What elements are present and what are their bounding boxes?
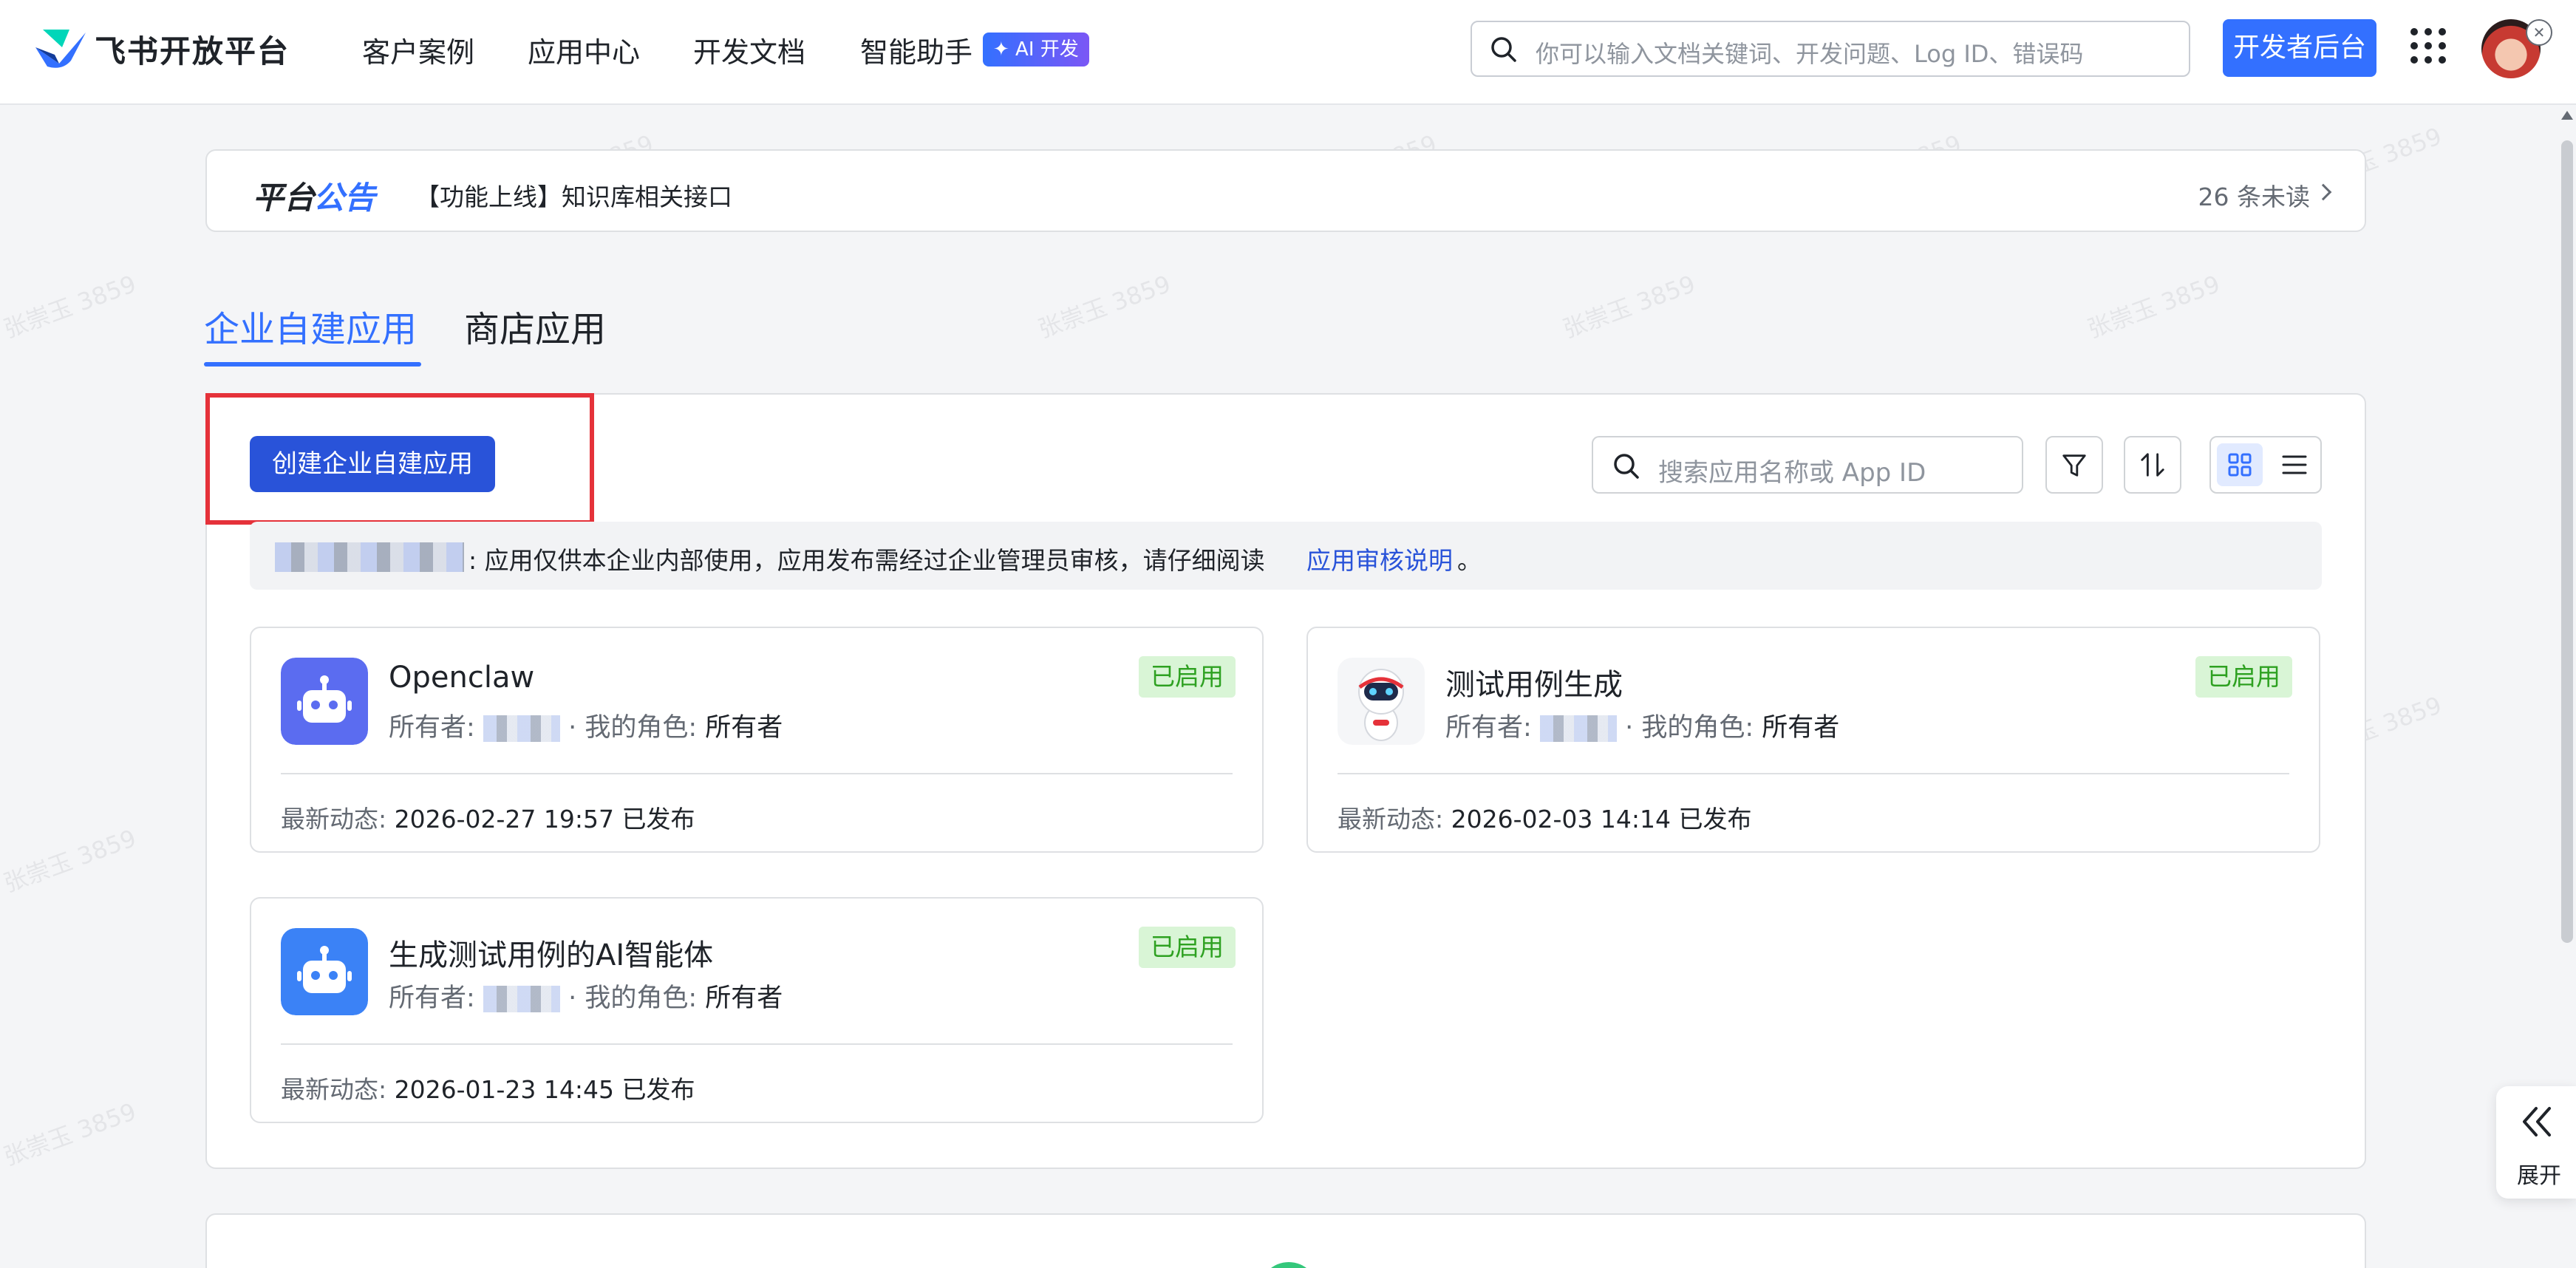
latest-label: 最新动态:	[281, 805, 387, 834]
doc-search-input[interactable]: 你可以输入文档关键词、开发问题、Log ID、错误码	[1471, 21, 2190, 77]
active-tab-indicator	[204, 362, 421, 367]
robot-icon	[281, 658, 368, 745]
status-badge: 已启用	[2195, 656, 2292, 698]
secondary-panel	[205, 1213, 2366, 1268]
review-guide-link[interactable]: 应用审核说明	[1306, 541, 1453, 576]
green-status-icon	[1259, 1262, 1318, 1268]
app-name[interactable]: 测试用例生成	[1445, 661, 1623, 703]
side-expand-button[interactable]: 展开	[2496, 1086, 2576, 1199]
sort-button[interactable]	[2124, 436, 2181, 494]
watermark: 张崇玉 3859	[0, 269, 140, 344]
redacted-owner	[1539, 715, 1617, 742]
latest-value: 2026-01-23 14:45 已发布	[394, 1075, 695, 1104]
announcement-text[interactable]: 【功能上线】知识库相关接口	[415, 177, 732, 213]
watermark: 张崇玉 3859	[1034, 269, 1175, 344]
status-badge: 已启用	[1139, 656, 1236, 698]
platform-announcement[interactable]: 平台 公告 【功能上线】知识库相关接口 26 条未读	[205, 149, 2366, 232]
ai-dev-badge[interactable]: ✦ AI 开发	[983, 33, 1089, 67]
app-card-ai-agent[interactable]: 生成测试用例的AI智能体 所有者: · 我的角色: 所有者 已启用 最新动态: …	[250, 897, 1264, 1123]
owner-label: 所有者:	[389, 713, 475, 743]
announcement-title-part2: 公告	[313, 180, 376, 216]
unread-count-link[interactable]: 26 条未读	[2198, 177, 2310, 213]
app-name[interactable]: 生成测试用例的AI智能体	[389, 931, 713, 974]
sort-icon	[2141, 453, 2164, 477]
owner-label: 所有者:	[1445, 713, 1532, 743]
watermark: 张崇玉 3859	[1558, 269, 1700, 344]
filter-button[interactable]	[2045, 436, 2103, 494]
app-meta: 所有者: · 我的角色: 所有者	[389, 977, 783, 1015]
app-card-test-case-gen[interactable]: 测试用例生成 所有者: · 我的角色: 所有者 已启用 最新动态: 2026-0…	[1306, 627, 2320, 853]
notice-period: 。	[1457, 546, 1482, 575]
search-icon	[1491, 37, 1516, 62]
scroll-up-arrow-icon[interactable]	[2561, 111, 2573, 120]
redacted-owner	[483, 986, 560, 1012]
robot-icon	[281, 928, 368, 1015]
nav-customer-cases[interactable]: 客户案例	[362, 30, 474, 70]
highlight-annotation-box	[205, 393, 594, 525]
feishu-logo-icon[interactable]	[33, 25, 89, 72]
role-value: 所有者	[705, 713, 783, 743]
list-view-icon[interactable]	[2272, 443, 2317, 486]
meta-separator: ·	[568, 713, 577, 743]
notice-text: : 应用仅供本企业内部使用，应用发布需经过企业管理员审核，请仔细阅读	[468, 546, 1265, 575]
latest-value: 2026-02-03 14:14 已发布	[1451, 805, 1752, 834]
latest-activity: 最新动态: 2026-02-03 14:14 已发布	[1338, 800, 1752, 835]
watermark: 张崇玉 3859	[0, 823, 140, 898]
tab-store-apps[interactable]: 商店应用	[464, 300, 606, 352]
close-icon[interactable]: ✕	[2526, 19, 2552, 46]
app-review-notice: : 应用仅供本企业内部使用，应用发布需经过企业管理员审核，请仔细阅读 应用审核说…	[250, 522, 2322, 590]
chevron-right-icon[interactable]	[2314, 183, 2332, 201]
latest-activity: 最新动态: 2026-01-23 14:45 已发布	[281, 1070, 695, 1105]
view-mode-toggle	[2209, 436, 2322, 494]
watermark: 张崇玉 3859	[0, 1097, 140, 1171]
redacted-org-name	[275, 542, 464, 572]
redacted-owner	[483, 715, 560, 742]
nav-app-center[interactable]: 应用中心	[528, 30, 640, 70]
tab-enterprise-apps[interactable]: 企业自建应用	[204, 300, 417, 352]
card-divider	[281, 1043, 1233, 1045]
app-search-placeholder: 搜索应用名称或 App ID	[1658, 458, 1926, 488]
filter-icon	[2062, 454, 2086, 477]
nav-dev-docs[interactable]: 开发文档	[693, 30, 805, 70]
role-label: 我的角色:	[585, 713, 698, 743]
app-meta: 所有者: · 我的角色: 所有者	[389, 706, 783, 744]
top-navigation-bar: 飞书开放平台 客户案例 应用中心 开发文档 智能助手 ✦ AI 开发 你可以输入…	[0, 0, 2576, 105]
developer-console-button[interactable]: 开发者后台	[2223, 19, 2376, 77]
latest-activity: 最新动态: 2026-02-27 19:57 已发布	[281, 800, 695, 835]
meta-separator: ·	[1625, 713, 1634, 743]
role-value: 所有者	[1762, 713, 1840, 743]
nav-ai-assistant[interactable]: 智能助手	[860, 30, 972, 70]
app-launcher-icon[interactable]	[2409, 27, 2447, 65]
watermark: 张崇玉 3859	[2083, 269, 2224, 344]
card-divider	[281, 773, 1233, 774]
meta-separator: ·	[568, 984, 577, 1013]
role-value: 所有者	[705, 984, 783, 1013]
app-search-input[interactable]: 搜索应用名称或 App ID	[1592, 436, 2023, 494]
latest-label: 最新动态:	[1338, 805, 1444, 834]
app-meta: 所有者: · 我的角色: 所有者	[1445, 706, 1839, 744]
role-label: 我的角色:	[585, 984, 698, 1013]
status-badge: 已启用	[1139, 927, 1236, 968]
app-name[interactable]: Openclaw	[389, 661, 534, 695]
side-expand-label: 展开	[2517, 1163, 2561, 1189]
search-placeholder: 你可以输入文档关键词、开发问题、Log ID、错误码	[1536, 40, 2084, 68]
latest-value: 2026-02-27 19:57 已发布	[394, 805, 695, 834]
role-label: 我的角色:	[1641, 713, 1754, 743]
app-card-openclaw[interactable]: Openclaw 所有者: · 我的角色: 所有者 已启用 最新动态: 2026…	[250, 627, 1264, 853]
chevrons-left-icon	[2523, 1107, 2551, 1136]
card-divider	[1338, 773, 2289, 774]
brand-name[interactable]: 飞书开放平台	[95, 27, 290, 72]
grid-view-button[interactable]	[2217, 443, 2263, 486]
search-icon	[1614, 454, 1639, 479]
grid-view-icon	[2228, 453, 2252, 477]
announcement-title-part1: 平台	[253, 180, 316, 216]
astronaut-robot-icon	[1338, 658, 1425, 745]
owner-label: 所有者:	[389, 984, 475, 1013]
scrollbar-thumb[interactable]	[2561, 140, 2573, 943]
latest-label: 最新动态:	[281, 1075, 387, 1104]
